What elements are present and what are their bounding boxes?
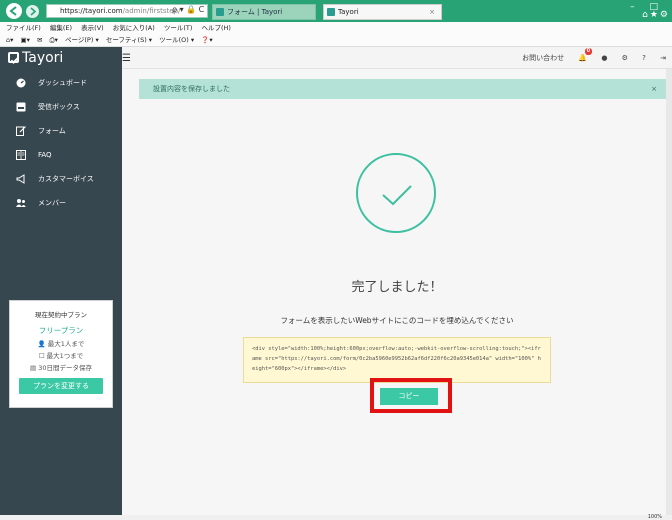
save-success-alert: 設置内容を保存しました × xyxy=(139,79,669,99)
success-check-icon xyxy=(356,153,436,233)
close-tab-icon[interactable]: × xyxy=(429,5,435,19)
members-icon xyxy=(16,199,26,207)
plan-limit-users: 👤 最大1人まで xyxy=(37,340,85,348)
settings-icon[interactable]: ⚙ xyxy=(622,54,628,62)
sidebar-item-dashboard[interactable]: ダッシュボード xyxy=(0,71,122,95)
app-header: Tayori ☰ お問い合わせ 🔔 0 ● ⚙ ? ⇥ xyxy=(0,47,672,69)
embed-instructions: フォームを表示したいWebサイトにこのコードを埋め込んでください xyxy=(280,316,514,325)
arrow-left-icon xyxy=(9,6,17,16)
notification-badge: 0 xyxy=(584,48,593,55)
sidebar-item-customer-voice[interactable]: カスタマーボイス xyxy=(0,167,122,191)
main-content: 設置内容を保存しました × 完了しました！ フォームを表示したいWebサイトにこ… xyxy=(122,69,672,515)
sidebar-item-label: 受信ボックス xyxy=(38,103,80,111)
help-circle-icon[interactable]: ? xyxy=(642,54,646,62)
arrow-right-icon xyxy=(30,7,37,16)
menu-toggle-icon[interactable]: ☰ xyxy=(122,53,131,64)
logout-icon[interactable]: ⇥ xyxy=(660,54,666,62)
plan-title: 現在契約中プラン xyxy=(35,311,87,319)
home-icon[interactable]: ⌂▾ xyxy=(6,36,13,44)
help-icon[interactable]: ❓▾ xyxy=(201,36,212,44)
plan-name[interactable]: フリープラン xyxy=(10,325,112,336)
plan-data-retention: ▤ 30日間データ保存 xyxy=(30,364,92,372)
forward-button[interactable] xyxy=(26,5,39,18)
print-icon[interactable]: ⎙▾ xyxy=(49,36,57,44)
command-page[interactable]: ページ(P) ▾ xyxy=(65,36,99,44)
menu-view[interactable]: 表示(V) xyxy=(81,24,104,32)
sidebar-item-label: カスタマーボイス xyxy=(38,175,94,183)
inbox-icon xyxy=(16,102,26,112)
menu-tools[interactable]: ツール(T) xyxy=(164,24,193,32)
sidebar-item-members[interactable]: メンバー xyxy=(0,191,122,215)
copy-button[interactable]: コピー xyxy=(380,388,438,405)
page-scrollbar[interactable] xyxy=(666,69,672,515)
command-safety[interactable]: セーフティ(S) ▾ xyxy=(106,36,152,44)
menu-bar: ファイル(F) 編集(E) 表示(V) お気に入り(A) ツール(T) ヘルプ(… xyxy=(0,22,672,34)
database-icon: ▤ xyxy=(30,364,39,372)
embed-code-box[interactable]: <div style="width:100%;height:600px;over… xyxy=(243,337,551,383)
sidebar: ダッシュボード 受信ボックス フォーム FAQ カスタマーボイス メンバー 現在… xyxy=(0,69,122,515)
tab-label: Tayori xyxy=(338,8,359,16)
sidebar-item-label: FAQ xyxy=(38,151,52,159)
sidebar-item-label: フォーム xyxy=(38,127,66,135)
tab-form[interactable]: フォーム | Tayori xyxy=(212,4,316,20)
home-star-gear-icons[interactable]: ⌂★⚙ xyxy=(642,10,670,20)
tayori-favicon-icon xyxy=(327,8,335,16)
faq-icon xyxy=(16,150,26,160)
app-name: Tayori xyxy=(22,50,64,66)
megaphone-icon xyxy=(16,174,25,184)
back-button[interactable] xyxy=(6,3,22,19)
form-icon: ☐ xyxy=(38,352,47,360)
command-bar: ⌂▾ ▣▾ ✉ ⎙▾ ページ(P) ▾ セーフティ(S) ▾ ツール(O) ▾ … xyxy=(0,34,672,47)
sidebar-item-label: ダッシュボード xyxy=(38,79,87,87)
completion-message: 完了しました！ xyxy=(351,280,443,295)
bell-icon[interactable]: 🔔 0 xyxy=(578,48,593,62)
sidebar-item-faq[interactable]: FAQ xyxy=(0,143,122,167)
zoom-level[interactable]: 100% xyxy=(648,514,662,520)
alert-message: 設置内容を保存しました xyxy=(153,85,230,93)
contact-link[interactable]: お問い合わせ xyxy=(522,54,564,62)
menu-help[interactable]: ヘルプ(H) xyxy=(202,24,231,32)
address-bar-icons[interactable]: ρ ▾ 🔒 C xyxy=(172,5,204,14)
change-plan-button[interactable]: プランを変更する xyxy=(19,378,103,394)
plan-panel: 現在契約中プラン フリープラン 👤 最大1人まで ☐ 最大1つまで ▤ 30日間… xyxy=(9,300,113,408)
tayori-favicon-icon xyxy=(216,8,224,16)
menu-edit[interactable]: 編集(E) xyxy=(50,24,72,32)
status-bar: 100% xyxy=(0,515,672,520)
sidebar-item-inbox[interactable]: 受信ボックス xyxy=(0,95,122,119)
sidebar-item-label: メンバー xyxy=(38,199,66,207)
tab-label: フォーム | Tayori xyxy=(227,8,283,16)
url-host: https://tayori.com xyxy=(60,7,123,15)
app-logo[interactable]: Tayori xyxy=(0,47,122,69)
menu-favorites[interactable]: お気に入り(A) xyxy=(113,24,155,32)
tayori-logo-icon xyxy=(8,52,19,63)
browser-titlebar: https://tayori.com/admin/firststep/ ρ ▾ … xyxy=(0,0,672,22)
mail-icon[interactable]: ✉ xyxy=(37,36,42,44)
plan-limit-forms: ☐ 最大1つまで xyxy=(38,352,84,360)
header-actions: お問い合わせ 🔔 0 ● ⚙ ? ⇥ xyxy=(510,47,666,69)
close-icon[interactable]: × xyxy=(651,79,657,99)
sidebar-item-form[interactable]: フォーム xyxy=(0,119,122,143)
command-tools[interactable]: ツール(O) ▾ xyxy=(159,36,194,44)
feeds-icon[interactable]: ▣▾ xyxy=(20,36,29,44)
tab-tayori[interactable]: Tayori × xyxy=(323,4,442,20)
form-icon xyxy=(16,126,26,136)
menu-file[interactable]: ファイル(F) xyxy=(6,24,41,32)
dashboard-icon xyxy=(16,78,26,88)
user-icon[interactable]: ● xyxy=(601,54,607,62)
user-icon: 👤 xyxy=(37,340,48,348)
